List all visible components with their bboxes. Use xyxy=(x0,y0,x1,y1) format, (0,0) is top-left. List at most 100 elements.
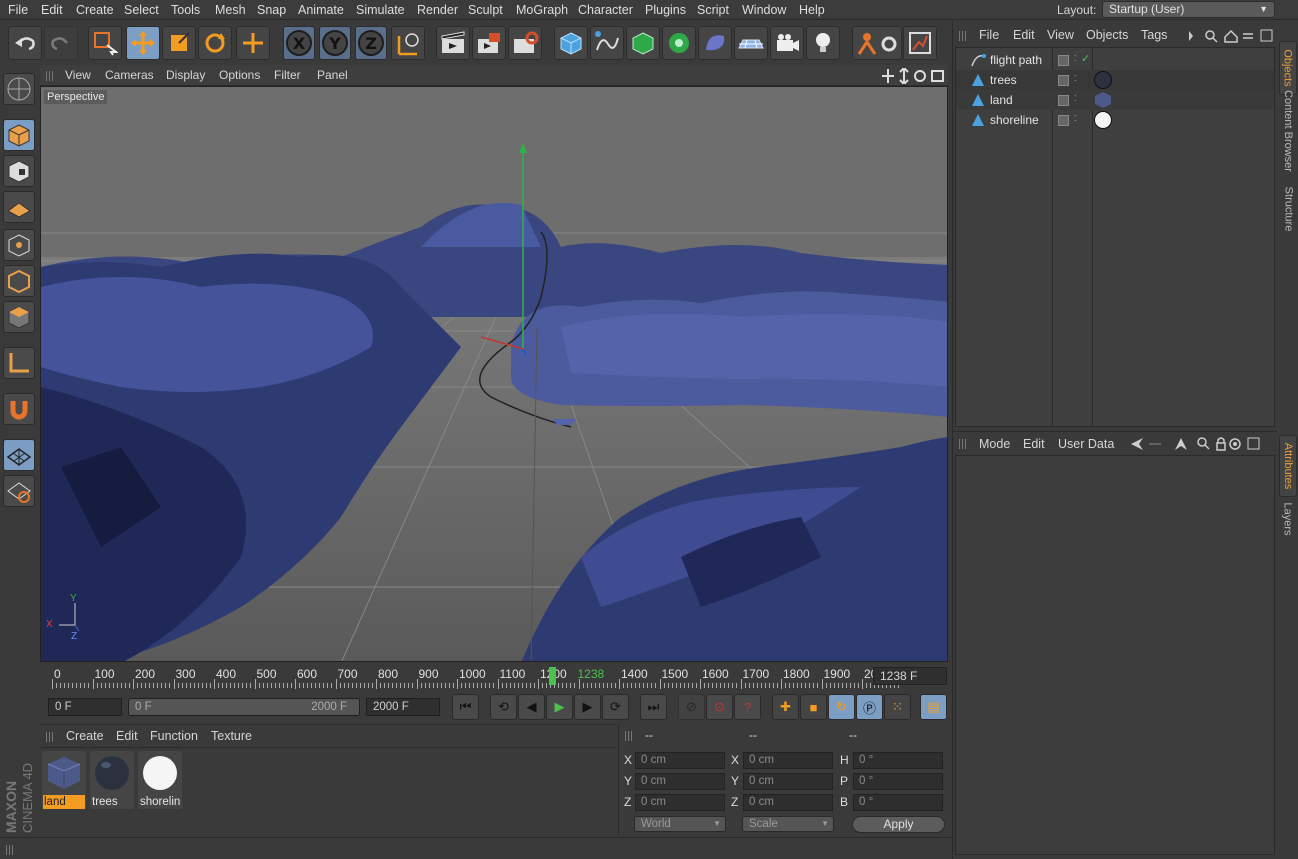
rotation-p-field[interactable]: 0 ° xyxy=(853,773,943,790)
attr-menu-mode[interactable]: Mode xyxy=(979,437,1010,451)
previous-frame-button[interactable]: ◀ xyxy=(518,694,545,720)
menu-character[interactable]: Character xyxy=(578,3,633,17)
light-button[interactable] xyxy=(806,26,840,60)
object-menu-tags[interactable]: Tags xyxy=(1141,28,1167,42)
material-tag-sphere[interactable] xyxy=(1094,111,1112,129)
visibility-dots-icon[interactable]: ⁚ xyxy=(1074,114,1077,123)
viewport-camera-label[interactable]: Perspective xyxy=(44,90,108,104)
coordinate-system-button[interactable] xyxy=(391,26,425,60)
workplane-mode-button[interactable] xyxy=(3,191,35,223)
play-button[interactable]: ▶ xyxy=(546,694,573,720)
panel-grip[interactable] xyxy=(46,71,54,81)
material-menu-texture[interactable]: Texture xyxy=(211,729,252,743)
workplane-button[interactable] xyxy=(903,26,937,60)
viewport-navigation-icons[interactable] xyxy=(882,68,946,84)
material-menu-create[interactable]: Create xyxy=(66,729,104,743)
menu-edit[interactable]: Edit xyxy=(41,3,63,17)
layout-select[interactable]: Startup (User) ▼ xyxy=(1102,1,1275,18)
size-z-field[interactable]: 0 cm xyxy=(743,794,833,811)
tab-structure[interactable]: Structure xyxy=(1279,181,1297,237)
editor-visibility-toggle[interactable] xyxy=(1058,55,1069,66)
menu-animate[interactable]: Animate xyxy=(298,3,344,17)
editor-visibility-toggle[interactable] xyxy=(1058,75,1069,86)
menu-tools[interactable]: Tools xyxy=(171,3,200,17)
viewport-menu-cameras[interactable]: Cameras xyxy=(105,68,154,82)
x-axis-lock-button[interactable]: X xyxy=(283,26,315,60)
apply-button[interactable]: Apply xyxy=(852,816,945,833)
viewport-menu-options[interactable]: Options xyxy=(219,68,260,82)
menu-render[interactable]: Render xyxy=(417,3,458,17)
spline-button[interactable] xyxy=(590,26,624,60)
scene-settings-button[interactable] xyxy=(852,26,902,60)
material-land[interactable]: land xyxy=(42,751,86,809)
scale-tool-button[interactable] xyxy=(162,26,196,60)
editor-visibility-toggle[interactable] xyxy=(1058,115,1069,126)
coordinate-space-select[interactable]: World ▼ xyxy=(634,816,726,832)
viewport-menu-panel[interactable]: Panel xyxy=(317,68,348,82)
rotation-h-field[interactable]: 0 ° xyxy=(853,752,943,769)
polygons-mode-button[interactable] xyxy=(3,301,35,333)
object-list[interactable]: flight path ⁚ ✓ trees ⁚ land ⁚ shoreline… xyxy=(955,47,1275,427)
menu-create[interactable]: Create xyxy=(76,3,114,17)
visibility-dots-icon[interactable]: ⁚ xyxy=(1074,54,1077,63)
record-position-button[interactable]: ✚ xyxy=(772,694,799,720)
object-menu-view[interactable]: View xyxy=(1047,28,1074,42)
go-to-end-button[interactable]: ⏭ xyxy=(640,694,667,720)
attribute-nav-icons[interactable] xyxy=(1129,436,1275,452)
menu-snap[interactable]: Snap xyxy=(257,3,286,17)
render-settings-button[interactable] xyxy=(508,26,542,60)
go-to-start-button[interactable]: ⏮ xyxy=(452,694,479,720)
size-x-field[interactable]: 0 cm xyxy=(743,752,833,769)
panel-grip[interactable] xyxy=(46,732,54,742)
menu-file[interactable]: File xyxy=(8,3,28,17)
panel-grip[interactable] xyxy=(6,845,14,855)
rotate-tool-button[interactable] xyxy=(198,26,232,60)
editor-visibility-toggle[interactable] xyxy=(1058,95,1069,106)
y-axis-lock-button[interactable]: Y xyxy=(319,26,351,60)
material-shoreline[interactable]: shorelin xyxy=(138,751,182,809)
record-scale-button[interactable]: ■ xyxy=(800,694,827,720)
attr-menu-edit[interactable]: Edit xyxy=(1023,437,1045,451)
record-active-button[interactable]: ⊘ xyxy=(678,694,705,720)
start-frame-field[interactable]: 0 F xyxy=(48,698,122,716)
size-y-field[interactable]: 0 cm xyxy=(743,773,833,790)
record-point-level-button[interactable]: ⁙ xyxy=(884,694,911,720)
end-frame-field[interactable]: 2000 F xyxy=(366,698,440,716)
tab-content-browser[interactable]: Content Browser xyxy=(1279,81,1297,181)
material-menu-edit[interactable]: Edit xyxy=(116,729,138,743)
axis-mode-button[interactable] xyxy=(3,347,35,379)
menu-help[interactable]: Help xyxy=(799,3,825,17)
object-row-shoreline[interactable]: shoreline ⁚ xyxy=(956,110,1274,130)
checkmark-icon[interactable]: ✓ xyxy=(1081,52,1090,65)
frame-ruler[interactable]: 0100200300400500600700800900100011001200… xyxy=(48,665,900,689)
transform-tool-button[interactable] xyxy=(236,26,270,60)
tab-attributes[interactable]: Attributes xyxy=(1279,435,1297,497)
size-mode-select[interactable]: Scale ▼ xyxy=(742,816,834,832)
playhead-marker[interactable] xyxy=(549,667,556,685)
viewport-menu-display[interactable]: Display xyxy=(166,68,205,82)
material-tag-sphere[interactable] xyxy=(1094,71,1112,89)
timeline-ruler[interactable]: 0100200300400500600700800900100011001200… xyxy=(40,663,948,691)
menu-select[interactable]: Select xyxy=(124,3,159,17)
perspective-viewport[interactable]: Perspective Y X Z xyxy=(40,86,948,662)
render-picture-viewer-button[interactable] xyxy=(472,26,506,60)
record-rotation-button[interactable]: ↻ xyxy=(828,694,855,720)
menu-mograph[interactable]: MoGraph xyxy=(516,3,568,17)
viewport-menu-filter[interactable]: Filter xyxy=(274,68,301,82)
live-selection-button[interactable] xyxy=(88,26,122,60)
deformer-button[interactable] xyxy=(698,26,732,60)
panel-grip[interactable] xyxy=(959,439,967,449)
visibility-dots-icon[interactable]: ⁚ xyxy=(1074,74,1077,83)
texture-mode-button[interactable] xyxy=(3,155,35,187)
keyframe-selection-button[interactable]: ? xyxy=(734,694,761,720)
move-tool-button[interactable] xyxy=(126,26,160,60)
timeline-window-button[interactable]: ▤ xyxy=(920,694,947,720)
menu-sculpt[interactable]: Sculpt xyxy=(468,3,503,17)
position-x-field[interactable]: 0 cm xyxy=(635,752,725,769)
cube-button[interactable] xyxy=(554,26,588,60)
position-z-field[interactable]: 0 cm xyxy=(635,794,725,811)
edges-mode-button[interactable] xyxy=(3,265,35,297)
previous-key-button[interactable]: ⟲ xyxy=(490,694,517,720)
floor-button[interactable] xyxy=(734,26,768,60)
panel-grip[interactable] xyxy=(625,731,633,741)
